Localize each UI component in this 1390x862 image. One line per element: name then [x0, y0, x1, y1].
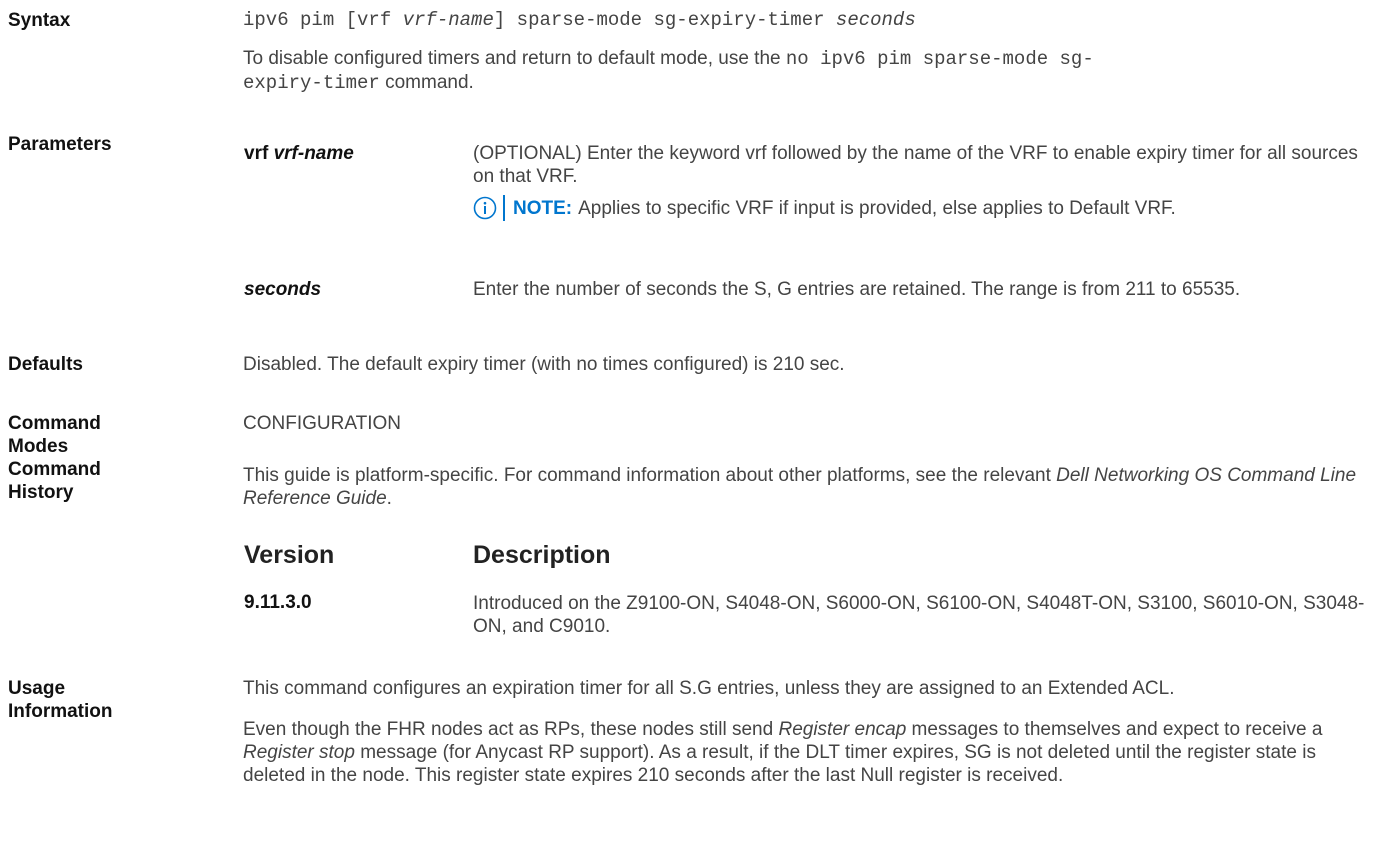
syntax-command: ipv6 pim [vrf vrf-name] sparse-mode sg-e…	[243, 9, 916, 31]
command-history-label: Command History	[8, 459, 101, 503]
usage-information-content: This command configures an expiration ti…	[243, 677, 1374, 787]
version-column-header: Version	[244, 541, 335, 569]
usage-paragraph-1: This command configures an expiration ti…	[243, 678, 1175, 699]
history-row-description: Introduced on the Z9100-ON, S4048-ON, S6…	[473, 593, 1365, 637]
info-circle-icon	[473, 196, 497, 220]
note-row: NOTE: Applies to specific VRF if input i…	[473, 195, 1382, 221]
param-seconds-name: seconds	[244, 279, 322, 300]
param-vrf-name: vrf vrf-name	[244, 143, 354, 164]
defaults-text: Disabled. The default expiry timer (with…	[243, 354, 845, 375]
defaults-label: Defaults	[8, 354, 83, 375]
syntax-content: ipv6 pim [vrf vrf-name] sparse-mode sg-e…	[243, 9, 1374, 95]
command-modes-label: Command Modes	[8, 413, 101, 457]
parameters-label: Parameters	[8, 134, 112, 155]
history-row-version: 9.11.3.0	[244, 592, 312, 613]
syntax-disable-text: To disable configured timers and return …	[243, 48, 1094, 94]
usage-information-label: Usage Information	[8, 678, 113, 722]
description-column-header: Description	[473, 541, 611, 569]
note-divider	[503, 195, 505, 221]
command-modes-text: CONFIGURATION	[243, 413, 401, 434]
note-label: NOTE:	[513, 197, 573, 219]
usage-paragraph-2: Even though the FHR nodes act as RPs, th…	[243, 719, 1323, 786]
note-text: Applies to specific VRF if input is prov…	[578, 197, 1176, 219]
param-seconds-desc: Enter the number of seconds the S, G ent…	[473, 279, 1241, 300]
syntax-label: Syntax	[8, 10, 71, 31]
param-vrf-desc: (OPTIONAL) Enter the keyword vrf followe…	[473, 143, 1358, 187]
command-history-text: This guide is platform-specific. For com…	[243, 465, 1357, 509]
